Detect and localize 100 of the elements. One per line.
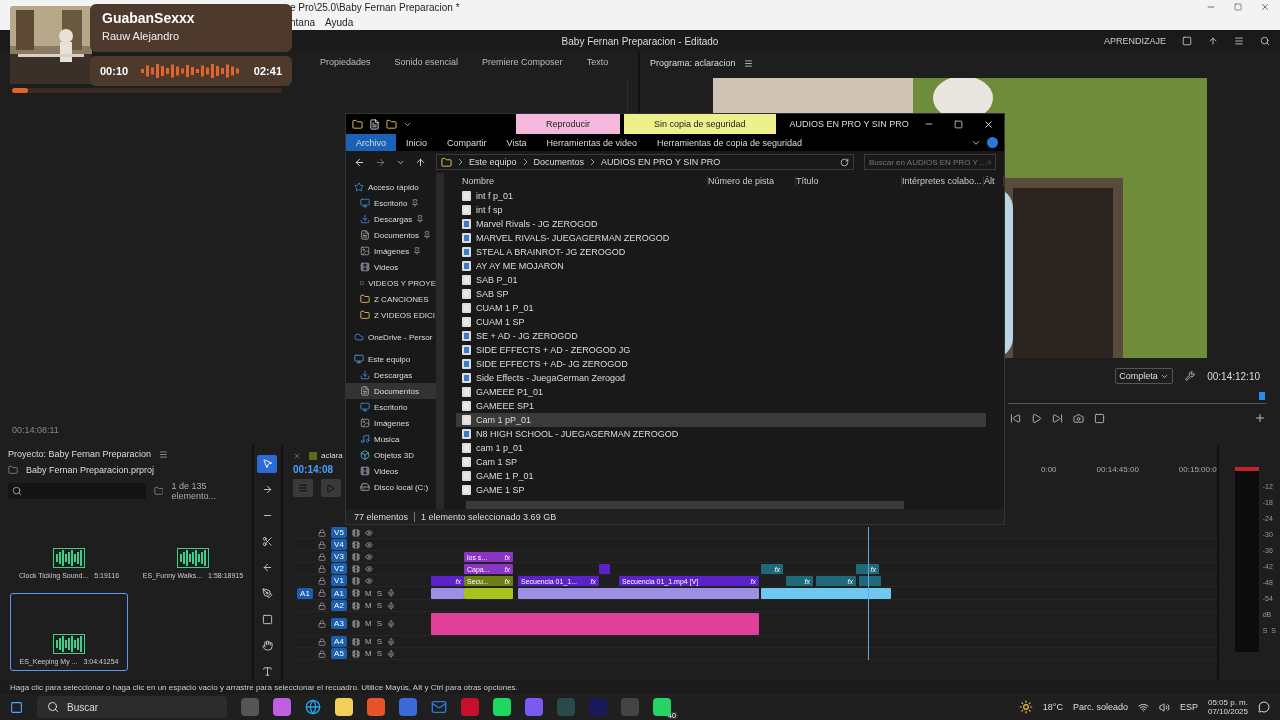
sidebar-item[interactable]: Acceso rápido xyxy=(346,179,436,195)
ribbon-tab[interactable]: Herramientas de copia de seguridad xyxy=(646,134,813,151)
solo-toggle[interactable]: S xyxy=(376,619,382,628)
track-label[interactable]: A5 xyxy=(330,648,347,659)
zoom-dropdown[interactable]: Completa xyxy=(1115,368,1174,384)
file-row[interactable]: SIDE EFFECTS + AD - ZEROGOD JG xyxy=(456,343,986,357)
file-row[interactable]: GAMEEE P1_01 xyxy=(456,385,986,399)
solo-toggle[interactable]: S xyxy=(376,637,382,646)
sidebar-item[interactable]: VIDEOS Y PROYE xyxy=(346,275,436,291)
column-header[interactable]: Número de pista xyxy=(708,176,796,186)
sidebar-item[interactable]: Videos xyxy=(346,463,436,479)
file-row[interactable]: GAMEEE SP1 xyxy=(456,399,986,413)
track-label[interactable]: A2 xyxy=(330,600,347,611)
column-header[interactable]: Intérpretes colabo... xyxy=(902,176,984,186)
ribbon-tab[interactable]: Archivo xyxy=(346,134,396,151)
sidebar-item[interactable]: Documentos xyxy=(346,383,436,399)
file-row[interactable]: GAME 1 SP xyxy=(456,483,986,497)
sidebar-item[interactable]: OneDrive - Persor xyxy=(346,329,436,345)
panel-tab[interactable]: Propiedades xyxy=(320,57,371,69)
sidebar-item[interactable]: Objetos 3D xyxy=(346,447,436,463)
sidebar-item[interactable]: Imágenes xyxy=(346,415,436,431)
mute-toggle[interactable]: M xyxy=(364,649,372,658)
file-row[interactable]: CUAM 1 P_01 xyxy=(456,301,986,315)
panel-tab[interactable]: Sonido esencial xyxy=(394,57,459,69)
breadcrumb[interactable]: Documentos xyxy=(533,157,585,167)
workspace-menu[interactable]: APRENDIZAJE xyxy=(1104,36,1166,46)
ruler-label: 00:15:00:0 xyxy=(1178,465,1217,474)
context-tab[interactable]: Sin copia de seguridad xyxy=(624,114,776,134)
file-row[interactable]: Cam 1 pP_01 xyxy=(456,413,986,427)
track-label[interactable]: V5 xyxy=(330,527,347,538)
file-row[interactable]: Marvel Rivals - JG ZEROGOD xyxy=(456,217,986,231)
ruler-label: 00:14:45:00 xyxy=(1096,465,1139,474)
item-count: 77 elementos xyxy=(354,511,409,522)
track-label[interactable]: V3 xyxy=(330,551,347,562)
breadcrumb[interactable]: Este equipo xyxy=(469,157,517,167)
address-bar[interactable]: Este equipo Documentos AUDIOS EN PRO Y SIN PRO xyxy=(436,154,854,170)
file-row[interactable]: AY AY ME MOJARON xyxy=(456,259,986,273)
ribbon-tab[interactable]: Compartir xyxy=(437,134,497,151)
mute-toggle[interactable]: M xyxy=(364,588,372,598)
ruler-label: 0:00 xyxy=(1041,465,1057,474)
source-patch[interactable]: A1 xyxy=(296,587,313,599)
file-row[interactable]: MARVEL RIVALS- JUEGAGERMAN ZEROGOD xyxy=(456,231,986,245)
ribbon-tab[interactable]: Inicio xyxy=(396,134,438,151)
file-row[interactable]: GAME 1 P_01 xyxy=(456,469,986,483)
sidebar-item[interactable]: Escritorio xyxy=(346,399,436,415)
ribbon-tab[interactable]: Herramientas de video xyxy=(536,134,647,151)
sidebar-item[interactable]: Este equipo xyxy=(346,351,436,367)
panel-tab[interactable]: Premiere Composer xyxy=(482,57,563,69)
sequence-tab[interactable]: aclara xyxy=(320,451,343,460)
search-field[interactable]: Buscar en AUDIOS EN PRO Y ... xyxy=(864,154,996,170)
elapsed-time: 00:10 xyxy=(100,65,129,77)
track-label[interactable]: V4 xyxy=(330,539,347,550)
language-indicator[interactable]: ESP xyxy=(1179,702,1198,712)
sidebar-item[interactable]: Imágenes xyxy=(346,243,436,259)
status-text: Haga clic para seleccionar o haga clic en un espacio vacío y arrastre para seleccionar el recuadro. Utilice Mayús, Alt y Ctrl para otras opciones. xyxy=(10,682,518,692)
breadcrumb[interactable]: AUDIOS EN PRO Y SIN PRO xyxy=(601,157,721,167)
column-header[interactable]: Título xyxy=(796,176,902,186)
file-row[interactable]: cam 1 p_01 xyxy=(456,441,986,455)
file-row[interactable]: STEAL A BRAINROT- JG ZEROGOD xyxy=(456,245,986,259)
column-header[interactable]: Nombre xyxy=(462,176,708,186)
sidebar-item[interactable]: Música xyxy=(346,431,436,447)
track-label[interactable]: A1 xyxy=(330,587,347,599)
search-field[interactable]: Buscar xyxy=(37,696,227,718)
solo-toggle[interactable]: S xyxy=(376,649,382,658)
sidebar-item[interactable]: Z VIDEOS EDICI xyxy=(346,307,436,323)
file-row[interactable]: Side Effects - JuegaGerman Zerogod xyxy=(456,371,986,385)
mute-toggle[interactable]: M xyxy=(364,601,372,610)
sidebar-item[interactable]: Escritorio xyxy=(346,195,436,211)
mute-toggle[interactable]: M xyxy=(364,619,372,628)
file-row[interactable]: SAB P_01 xyxy=(456,273,986,287)
track-label[interactable]: V1 xyxy=(330,575,347,586)
clock[interactable]: 05:05 p. m. 07/10/2025 xyxy=(1207,698,1248,716)
file-row[interactable]: SE + AD - JG ZEROGOD xyxy=(456,329,986,343)
file-row[interactable]: int f sp xyxy=(456,203,986,217)
panel-title[interactable]: Proyecto: Baby Fernan Preparacion xyxy=(8,449,152,459)
track-label[interactable]: V2 xyxy=(330,563,347,574)
sidebar-item[interactable]: Videos xyxy=(346,259,436,275)
mute-toggle[interactable]: M xyxy=(364,637,372,646)
window-title: AUDIOS EN PRO Y SIN PRO xyxy=(788,118,910,131)
solo-toggle[interactable]: S xyxy=(376,588,382,598)
file-row[interactable]: SAB SP xyxy=(456,287,986,301)
sidebar-item[interactable]: Disco local (C:) xyxy=(346,479,436,495)
context-tab[interactable]: Reproducir xyxy=(516,114,621,134)
panel-tab[interactable]: Texto xyxy=(586,57,609,69)
sidebar-item[interactable]: Descargas xyxy=(346,211,436,227)
track-label[interactable]: A4 xyxy=(330,636,347,647)
file-row[interactable]: N8 HIGH SCHOOL - JUEGAGERMAN ZEROGOD xyxy=(456,427,986,441)
panel-title[interactable]: Programa: aclaracion xyxy=(650,58,736,68)
file-row[interactable]: Cam 1 SP xyxy=(456,455,986,469)
ribbon-tab[interactable]: Vista xyxy=(496,134,537,151)
sidebar-item[interactable]: Descargas xyxy=(346,367,436,383)
menu-item[interactable]: Ayuda xyxy=(325,17,354,28)
file-row[interactable]: SIDE EFFECTS + AD- JG ZEROGOD xyxy=(456,357,986,371)
column-header[interactable]: Ált xyxy=(984,176,1004,186)
sidebar-item[interactable]: Z CANCIONES xyxy=(346,291,436,307)
sidebar-item[interactable]: Documentos xyxy=(346,227,436,243)
solo-toggle[interactable]: S xyxy=(376,601,382,610)
file-row[interactable]: int f p_01 xyxy=(456,189,986,203)
track-label[interactable]: A3 xyxy=(330,618,347,629)
file-row[interactable]: CUAM 1 SP xyxy=(456,315,986,329)
